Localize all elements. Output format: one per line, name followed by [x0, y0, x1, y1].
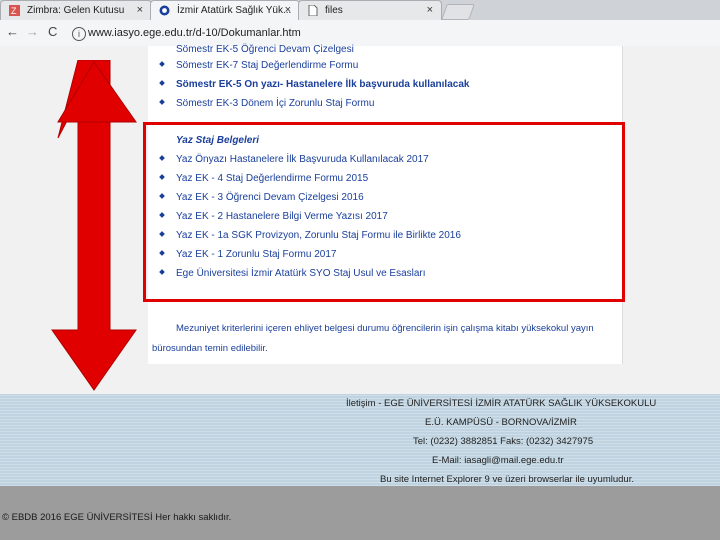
tab-title: files	[325, 5, 343, 16]
zimbra-icon: Z	[9, 5, 20, 16]
link-somestr-ek7[interactable]: Sömestr EK-7 Staj Değerlendirme Formu	[176, 60, 358, 71]
file-icon	[308, 5, 318, 16]
link-somestr-ek3[interactable]: Sömestr EK-3 Dönem İçi Zorunlu Staj Form…	[176, 98, 374, 109]
tab-zimbra[interactable]: Z Zimbra: Gelen Kutusu ×	[0, 0, 152, 20]
footer-address: E.Ü. KAMPÜSÜ - BORNOVA/İZMİR	[425, 417, 577, 428]
footer-phone: Tel: (0232) 3882851 Faks: (0232) 3427975	[413, 436, 594, 447]
tab-title: İzmir Atatürk Sağlık Yük...	[177, 5, 292, 16]
tab-title: Zimbra: Gelen Kutusu	[27, 5, 125, 16]
link-somestr-onyazi[interactable]: Sömestr EK-5 On yazı- Hastanelere İlk ba…	[176, 79, 469, 90]
tab-bar: Z Zimbra: Gelen Kutusu × İzmir Atatürk S…	[0, 0, 720, 20]
footer-contact-title: İletişim - EGE ÜNİVERSİTESİ İZMİR ATATÜR…	[346, 398, 657, 409]
copyright: © EBDB 2016 EGE ÜNİVERSİTESİ Her hakkı s…	[2, 512, 232, 523]
tab-iasyo[interactable]: İzmir Atatürk Sağlık Yük... ×	[150, 0, 300, 20]
close-icon[interactable]: ×	[285, 4, 291, 16]
back-arrow-icon[interactable]: ←	[6, 24, 19, 39]
link-somestr-ek5-devam[interactable]: Sömestr EK-5 Öğrenci Devam Çizelgesi	[176, 44, 354, 55]
down-arrow-icon	[51, 60, 137, 391]
svg-text:Z: Z	[11, 6, 17, 16]
new-tab-button[interactable]	[441, 4, 475, 20]
note-line-2: bürosundan temin edilebilir.	[152, 343, 268, 354]
highlight-box	[143, 122, 625, 302]
info-icon[interactable]: i	[72, 27, 86, 41]
address-bar[interactable]: www.iasyo.ege.edu.tr/d-10/Dokumanlar.htm	[88, 27, 301, 39]
footer-email: E-Mail: iasagli@mail.ege.edu.tr	[432, 455, 564, 466]
reload-icon[interactable]: C	[48, 24, 57, 39]
tab-files[interactable]: files ×	[298, 0, 442, 20]
forward-arrow-icon[interactable]: →	[26, 24, 39, 39]
university-logo-icon	[159, 5, 170, 16]
note-line-1: Mezuniyet kriterlerini içeren ehliyet be…	[176, 323, 594, 334]
close-icon[interactable]: ×	[427, 4, 433, 16]
close-icon[interactable]: ×	[137, 4, 143, 16]
footer-browser-note: Bu site Internet Explorer 9 ve üzeri bro…	[380, 474, 634, 485]
